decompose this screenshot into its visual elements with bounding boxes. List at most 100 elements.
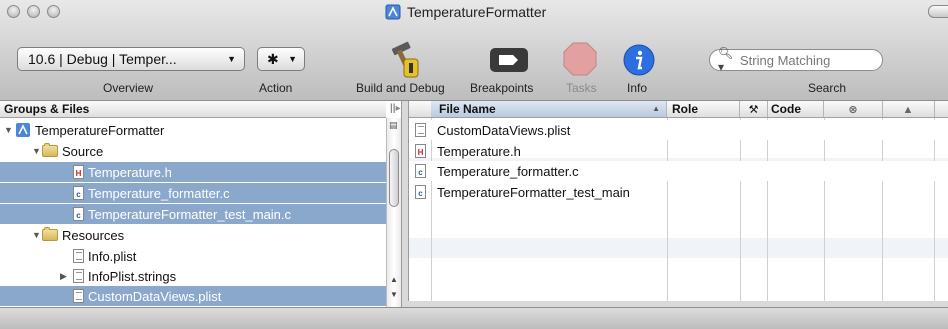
close-window-button[interactable] [7,5,20,18]
folder-icon [42,143,58,157]
overview-label: Overview [103,81,154,95]
breakpoints-label: Breakpoints [470,81,534,95]
plist-file-icon [415,123,426,137]
tree-item-resources[interactable]: ▼ Resources [0,225,388,245]
file-name-column-header[interactable]: File Name ▲ [431,101,667,117]
window-title-area: TemperatureFormatter [385,3,546,21]
table-row[interactable]: CustomDataViews.plist [409,120,948,140]
gear-icon: ✱ [267,50,279,67]
xcode-project-window: TemperatureFormatter 10.6 | Debug | Temp… [0,0,948,329]
plist-file-icon [73,249,84,263]
disclosure-closed-icon[interactable]: ▶ [58,271,69,282]
tree-item-info-plist[interactable]: Info.plist [0,246,386,266]
header-file-icon: H [73,165,84,179]
groups-and-files-pane: Groups & Files ||▸ ▼ TemperatureFormatte… [0,101,402,307]
build-column-header[interactable]: ⚒ [740,101,768,117]
popup-arrow-icon: ▼ [288,54,297,64]
tree-item-label: Temperature.h [88,164,172,180]
breakpoints-button[interactable] [489,46,529,74]
detail-file-list: File Name ▲ Role ⚒ Code ⊗ ▲ CustomDataVi… [408,101,948,301]
column-resize-icon[interactable]: ||▸ [390,103,401,114]
tree-item-temperature-formatter-c[interactable]: c Temperature_formatter.c [0,183,386,203]
warnings-column-header[interactable]: ▲ [882,101,935,117]
tree-item-temperature-h[interactable]: H Temperature.h [0,162,386,182]
role-header-label: Role [672,102,699,116]
code-column-header[interactable]: Code [767,101,824,117]
strings-file-icon [73,269,84,283]
tree-item-temperatureformatter[interactable]: ▼ TemperatureFormatter [0,120,388,140]
file-name-cell: CustomDataViews.plist [437,122,571,138]
info-button[interactable] [623,44,655,76]
tree-item-label: InfoPlist.strings [88,268,177,284]
scroll-up-arrow-icon[interactable]: ▲ [390,275,398,284]
tree-item-label: CustomDataViews.plist [88,288,222,304]
detail-column-headers: File Name ▲ Role ⚒ Code ⊗ ▲ [409,101,948,118]
search-input[interactable] [738,51,882,69]
file-type-column-header[interactable] [409,101,432,117]
build-and-debug-button[interactable] [385,39,425,79]
tree-item-customdataviews-plist[interactable]: CustomDataViews.plist [0,286,386,306]
tree-item-label: Info.plist [88,248,137,264]
c-source-file-icon: c [415,185,426,199]
file-name-cell: Temperature_formatter.c [437,163,579,179]
info-label: Info [627,81,648,95]
empty-row [409,278,948,301]
tree-item-label: TemperatureFormatter [35,122,165,138]
disclosure-open-icon[interactable]: ▼ [31,146,42,156]
c-source-file-icon: c [73,186,84,200]
project-icon [16,123,30,137]
header-file-icon: H [415,144,426,158]
file-name-cell: TemperatureFormatter_test_main [437,184,630,200]
disclosure-open-icon[interactable]: ▼ [31,230,42,240]
zoom-window-button[interactable] [47,5,60,18]
table-row[interactable]: H Temperature.h [409,141,948,161]
minimize-window-button[interactable] [27,5,40,18]
tasks-label: Tasks [566,81,597,95]
groups-scrollbar[interactable]: ▤ ▲ ▼ [386,118,401,307]
tree-item-test-main-c[interactable]: c TemperatureFormatter_test_main.c [0,204,386,224]
file-name-header-label: File Name [439,102,496,116]
popup-arrow-icon: ▼ [227,54,236,64]
errors-column-header[interactable]: ⊗ [824,101,883,117]
empty-row [409,238,948,258]
breakpoint-arrow-icon [490,48,528,72]
bug-icon [403,58,419,78]
folder-icon [42,227,58,241]
tree-item-infoplist-strings[interactable]: ▶ InfoPlist.strings [0,266,386,286]
search-label: Search [808,81,847,95]
hammer-icon: ⚒ [748,104,759,116]
build-and-debug-label: Build and Debug [356,81,445,95]
action-label: Action [259,81,293,95]
error-icon: ⊗ [848,104,858,116]
sort-ascending-icon: ▲ [652,104,660,113]
groups-files-header[interactable]: Groups & Files ||▸ [0,101,401,118]
tree-item-label: TemperatureFormatter_test_main.c [88,206,292,222]
table-row[interactable]: c Temperature_formatter.c [409,161,948,181]
toolbar-toggle-button[interactable] [928,5,948,18]
disclosure-open-icon[interactable]: ▼ [3,125,14,135]
plist-file-icon [73,289,84,303]
table-row[interactable]: c TemperatureFormatter_test_main [409,182,948,202]
file-name-cell: Temperature.h [437,143,521,159]
groups-files-header-label: Groups & Files [4,102,90,116]
tree-item-label: Temperature_formatter.c [88,185,230,201]
c-source-file-icon: c [415,164,426,178]
scroll-down-arrow-icon[interactable]: ▼ [390,290,398,299]
warning-icon: ▲ [902,104,914,116]
toolbar: TemperatureFormatter 10.6 | Debug | Temp… [0,0,948,101]
tree-item-source[interactable]: ▼ Source [0,141,388,161]
c-source-file-icon: c [73,207,84,221]
stop-sign-icon [563,42,597,76]
xcode-project-icon [385,4,401,20]
tree-item-label: Resources [62,227,125,243]
role-column-header[interactable]: Role [667,101,740,117]
overview-popup[interactable]: 10.6 | Debug | Temper... ▼ [17,47,245,71]
search-field[interactable]: 🔍︎▾ [709,46,883,74]
status-bar [0,307,948,329]
code-header-label: Code [771,102,801,116]
scrollbar-thumb[interactable] [389,149,399,207]
action-popup[interactable]: ✱ ▼ [257,47,305,71]
tasks-button[interactable] [563,42,597,76]
search-icon: 🔍︎▾ [718,46,734,74]
overview-value: 10.6 | Debug | Temper... [28,51,177,67]
